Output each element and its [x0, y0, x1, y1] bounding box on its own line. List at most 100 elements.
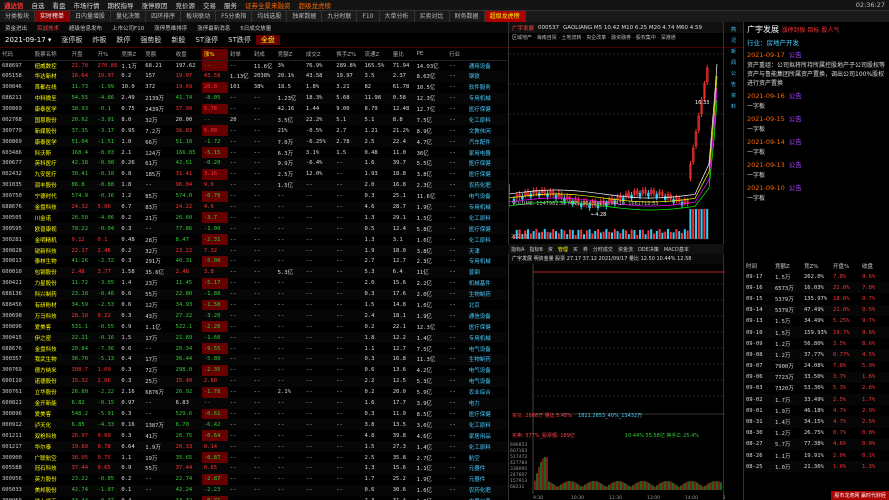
- history-row[interactable]: 09-08 1.2万 37.77% 0.77% 4.5%: [744, 349, 889, 361]
- tab-6[interactable]: F5分类指: [216, 11, 253, 22]
- table-row[interactable]: 688676 金盘科技 24.32 5.06 0.7 83万 24.22 4.6 -- -- -- -…: [0, 201, 507, 213]
- col-header-5[interactable]: 竞额: [143, 49, 174, 61]
- col-header-extra[interactable]: [466, 49, 507, 61]
- table-row[interactable]: 603486 科沃斯 168.4 -8.03 2.1 124万 166.85 -5.15 -- -…: [0, 147, 507, 159]
- table-row[interactable]: 300595 欧普康视 78.22 -0.04 0.3 -- 77.86 -1.00 -- -- -…: [0, 223, 507, 235]
- col-header-6[interactable]: 收盘: [173, 49, 202, 61]
- col-header-11[interactable]: 成交Z: [303, 49, 335, 61]
- filter-7[interactable]: 全盘: [255, 35, 280, 45]
- table-row[interactable]: 300281 金明精机 9.12 0.1 0.48 28万 8.47 -2.31 -- -- -- -…: [0, 234, 507, 246]
- tab-3[interactable]: 量化决策: [111, 11, 147, 22]
- table-row[interactable]: 688136 科兴制药 23.18 -0.46 0.6 55万 22.80 -1.88 -- --…: [0, 288, 507, 300]
- indicator-tab-8[interactable]: DDE决策: [638, 246, 659, 253]
- tool-2[interactable]: 超级信息发布: [64, 24, 107, 32]
- table-row[interactable]: 000912 泸天化 6.85 -4.33 0.16 1387万 6.70 -6.42 -- --…: [0, 419, 507, 431]
- timeshare-panel[interactable]: 广宇发展 明资金量 股票 27.17 37.12 2021/09/17 量比 1…: [508, 254, 725, 500]
- table-row[interactable]: 300698 万马科技 28.18 0.22 0.3 43万 27.22 -3.20 -- -- -…: [0, 310, 507, 322]
- table-row[interactable]: 300813 泰林生物 41.26 -2.72 0.3 291万 40.31 -5.00 -- -…: [0, 256, 507, 267]
- filter-0[interactable]: 涨停板: [56, 35, 87, 45]
- tab-8[interactable]: 独家数据: [287, 11, 323, 22]
- table-row[interactable]: 600110 诺德股份 15.32 2.06 0.3 25万 15.40 2.60 -- -- --…: [0, 375, 507, 387]
- col-header-14[interactable]: 量比: [390, 49, 415, 61]
- side-tab-5[interactable]: 告: [724, 81, 743, 88]
- col-header-9[interactable]: 封成: [251, 49, 276, 61]
- side-tab-2[interactable]: 新: [724, 48, 743, 55]
- timeshare-chart[interactable]: 6968536071635174724277843380952476071579…: [509, 264, 725, 500]
- menu-item-4[interactable]: 涨停原因: [138, 0, 172, 10]
- tab-13[interactable]: 财务数据: [450, 11, 485, 22]
- promo-link-0[interactable]: 证券全景来融资: [241, 0, 295, 10]
- history-row[interactable]: 09-02 1.7万 33.49% 2.5% 1.7%: [744, 394, 889, 406]
- col-header-3[interactable]: 开%: [95, 49, 120, 61]
- menu-item-2[interactable]: 市场行情: [70, 0, 104, 10]
- history-col-4[interactable]: 收盘: [860, 260, 889, 271]
- table-row[interactable]: 301035 润丰股份 86.8 -0.88 1.8 -- 96.04 9.0 -- -- 1.5亿…: [0, 179, 507, 191]
- col-header-4[interactable]: 竞换Z: [119, 49, 144, 61]
- history-row[interactable]: 08-27 5.7万 77.38% 4.6% 0.9%: [744, 438, 889, 450]
- indicator-tab-5[interactable]: 券: [583, 246, 588, 253]
- promo-link-1[interactable]: 超级龙虎榜: [295, 0, 336, 10]
- side-tab-0[interactable]: 简: [724, 26, 743, 33]
- table-row[interactable]: 300846 首都在线 11.73 -1.99 10.0 372 19.69 20.0 101 3…: [0, 81, 507, 93]
- history-row[interactable]: 09-01 1.9万 46.18% 4.7% 2.9%: [744, 405, 889, 416]
- tab-12[interactable]: 买卖对比: [415, 11, 450, 22]
- history-row[interactable]: 09-06 7723万 33.50% 3.7% 1.6%: [744, 371, 889, 383]
- history-col-0[interactable]: 时间: [744, 260, 773, 271]
- menu-item-6[interactable]: 交易: [199, 0, 220, 10]
- table-row[interactable]: 605588 冠石科技 37.44 0.65 0.9 55万 37.44 0.65 -- -- --…: [0, 462, 507, 474]
- tool-4[interactable]: 涨停思维排序: [149, 24, 192, 32]
- history-row[interactable]: 09-09 1.2万 56.80% 3.5% 8.6%: [744, 338, 889, 349]
- history-row[interactable]: 08-25 1.0万 21.36% 1.0% 1.3%: [744, 461, 889, 473]
- table-row[interactable]: 001217 华尔泰 19.89 0.78 0.64 1.9万 20.33 0.14 -- -- -…: [0, 441, 507, 453]
- table-row[interactable]: 300769 德方纳米 308.7 1.09 0.3 72万 298.0 -2.35 -- -- -…: [0, 364, 507, 376]
- history-row[interactable]: 08-26 1.1万 19.91% 2.0% 0.1%: [744, 450, 889, 461]
- table-row[interactable]: 300357 我武生物 36.70 -5.13 0.4 17万 36.44 -5.80 -- --…: [0, 354, 507, 365]
- date-selector[interactable]: 2021-09-17 ▾: [0, 36, 56, 44]
- menu-item-0[interactable]: 自选: [28, 0, 49, 10]
- history-row[interactable]: 09-03 7320万 53.36% 5.3% 2.8%: [744, 383, 889, 394]
- kline-chart[interactable]: 16.33 ←4.28 2021年: [509, 44, 725, 239]
- table-row[interactable]: 688456 有研粉材 34.59 -2.53 0.6 12万 34.93 -1.58 -- --…: [0, 299, 507, 311]
- history-row[interactable]: 09-14 5379万 47.49% 21.0% 9.5%: [744, 304, 889, 316]
- tool-6[interactable]: 5日成交放量: [235, 24, 276, 32]
- tab-10[interactable]: F10: [357, 11, 380, 22]
- tab-1[interactable]: 实时榜单: [35, 11, 71, 22]
- table-row[interactable]: 300415 伊之密 22.21 -0.16 1.5 17万 21.89 -1.60 -- -- -…: [0, 332, 507, 344]
- indicator-tab-3[interactable]: 管理: [558, 246, 568, 253]
- tab-11[interactable]: 大单分析: [380, 11, 415, 22]
- side-tab-4[interactable]: 公: [724, 70, 743, 77]
- indicator-tab-6[interactable]: 分时成交: [593, 246, 613, 253]
- tab-4[interactable]: 四环排序: [146, 11, 182, 22]
- tab-14[interactable]: 超级龙虎榜: [484, 11, 526, 22]
- tab-9[interactable]: 九分时联: [322, 11, 358, 22]
- col-header-15[interactable]: PE: [414, 49, 448, 61]
- table-row[interactable]: 002768 国恩股份 20.62 -3.91 8.0 32万 20.00 -- 20 -- 3.5…: [0, 114, 507, 126]
- side-tab-6[interactable]: 资: [724, 92, 743, 99]
- tool-3[interactable]: 上市公司F10: [107, 24, 149, 32]
- history-row[interactable]: 08-31 1.4万 34.15% 4.7% 2.5%: [744, 416, 889, 428]
- tab-5[interactable]: 板块联动: [181, 11, 217, 22]
- table-row[interactable]: 300896 爱美客 548.2 -5.91 0.3 -- 529.6 -0.61 -- -- --…: [0, 408, 507, 420]
- table-row[interactable]: 300761 立华股份 26.80 -2.22 2.16 6876万 26.92 -1.78-…: [0, 386, 507, 398]
- filter-5[interactable]: ST涨停: [190, 35, 223, 45]
- indicator-tab-1[interactable]: 指标B: [529, 246, 542, 253]
- side-tab-3[interactable]: 闻: [724, 59, 743, 66]
- table-row[interactable]: 688211 中科微至 54.55 -4.86 2.49 2139万 41.74 -8.05-…: [0, 92, 507, 104]
- table-row[interactable]: 300869 康泰医学 51.04 -1.51 1.0 66万 51.10 -1.72 -- --…: [0, 136, 507, 148]
- table-row[interactable]: 001211 双枪科技 26.97 0.09 0.3 41万 26.75 -0.64 -- -- -…: [0, 430, 507, 442]
- indicator-tab-2[interactable]: 资: [548, 246, 553, 253]
- history-row[interactable]: 08-30 1.2万 26.75% 0.7% 0.8%: [744, 428, 889, 439]
- side-tab-7[interactable]: 料: [724, 103, 743, 110]
- history-row[interactable]: 09-17 1.5万 262.0% 7.8% 9.6%: [744, 271, 889, 282]
- table-row[interactable]: 300900 广联航空 36.05 0.75 1.1 19万 35.65 -0.87 -- -- -…: [0, 452, 507, 463]
- col-header-12[interactable]: 换手Z%: [334, 49, 363, 61]
- table-row[interactable]: 300770 新媒股份 37.35 -3.17 0.95 7.2万 36.83 5.00 -- -…: [0, 125, 507, 137]
- history-col-3[interactable]: 开盘%: [831, 260, 860, 271]
- col-header-10[interactable]: 竞额Z: [275, 49, 304, 61]
- table-row[interactable]: 300959线上线下33.44-0.370.4--33.32-0.71-----…: [0, 495, 507, 500]
- table-row[interactable]: 688676 金盘科技 20.84 -7.36 0.6 -- 20.34 -9.55 -- -- -…: [0, 343, 507, 355]
- menu-item-7[interactable]: 服务: [220, 0, 241, 10]
- history-row[interactable]: 09-16 6573万 16.03% 21.0% 7.8%: [744, 282, 889, 294]
- menu-item-1[interactable]: 看盘: [49, 0, 70, 10]
- tab-0[interactable]: 分类板块: [0, 11, 36, 22]
